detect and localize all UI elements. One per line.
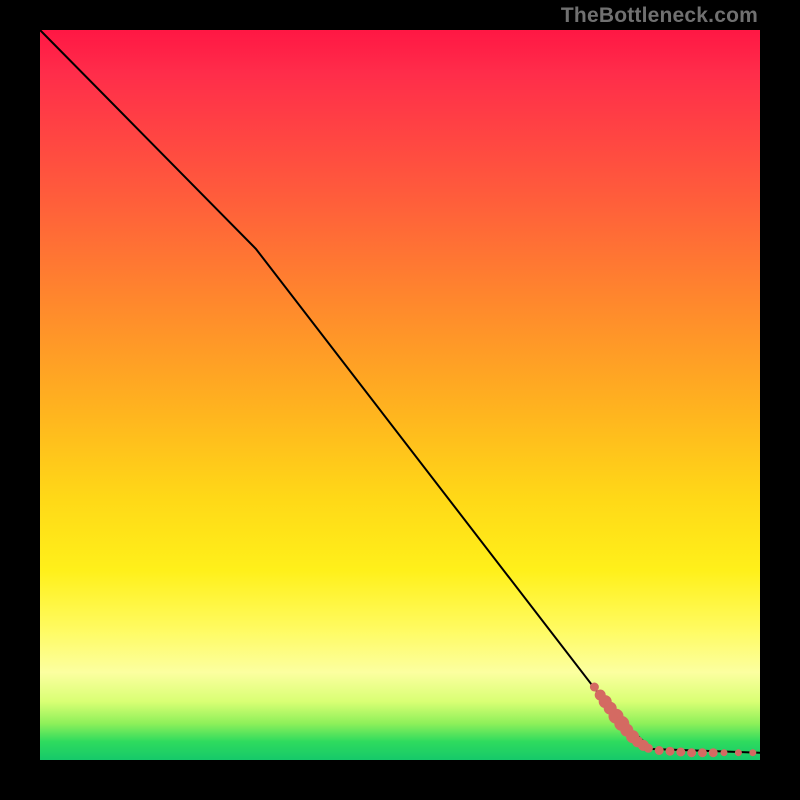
plot-area xyxy=(40,30,760,760)
scatter-dot xyxy=(721,750,727,756)
scatter-dot xyxy=(655,747,663,755)
scatter-dot xyxy=(644,744,652,752)
chart-frame: TheBottleneck.com xyxy=(0,0,800,800)
scatter-dots xyxy=(590,683,755,757)
scatter-dot xyxy=(677,748,685,756)
scatter-dot xyxy=(735,750,741,756)
scatter-dot xyxy=(666,747,674,755)
scatter-dot xyxy=(709,749,717,757)
bottleneck-curve xyxy=(40,30,760,753)
scatter-dot xyxy=(750,750,756,756)
scatter-dot xyxy=(698,749,706,757)
scatter-dot xyxy=(688,749,696,757)
chart-overlay xyxy=(40,30,760,760)
scatter-dot xyxy=(590,683,598,691)
attribution-label: TheBottleneck.com xyxy=(561,4,758,28)
